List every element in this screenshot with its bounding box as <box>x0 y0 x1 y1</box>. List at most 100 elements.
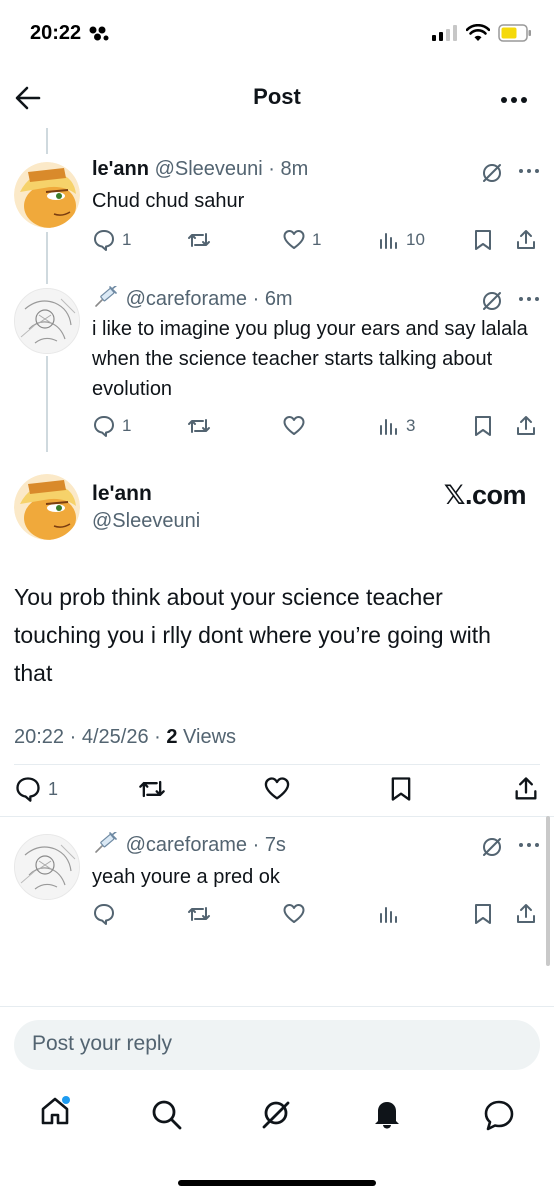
views-number: 2 <box>166 726 178 748</box>
heart-icon <box>283 416 305 435</box>
heart-icon <box>283 230 305 249</box>
repost-action[interactable] <box>186 902 212 926</box>
tweet-time: 6m <box>264 288 293 310</box>
tweet-header: @careforame · 7s <box>92 832 286 857</box>
tweet-text: yeah youre a pred ok <box>92 866 280 888</box>
avatar[interactable] <box>14 288 80 354</box>
home-icon <box>41 1096 70 1125</box>
more-options-button[interactable] <box>500 96 528 104</box>
nav-grok[interactable] <box>259 1096 293 1130</box>
wifi-icon <box>466 24 490 41</box>
post-text: You prob think about your science teache… <box>14 584 491 686</box>
divider <box>0 816 554 817</box>
grok-icon <box>483 164 501 182</box>
tweet-text: Chud chud sahur <box>92 190 245 212</box>
battery-icon <box>498 24 531 42</box>
reply-count: 1 <box>48 778 59 799</box>
share-button[interactable] <box>512 775 540 803</box>
avatar[interactable] <box>14 162 80 228</box>
thread-line <box>46 232 48 284</box>
nav-messages[interactable] <box>482 1098 516 1132</box>
reply-input[interactable]: Post your reply <box>14 1020 540 1070</box>
home-indicator[interactable] <box>178 1180 376 1186</box>
focus-icon <box>87 25 109 43</box>
tweet-text: i like to imagine you plug your ears and… <box>92 318 528 400</box>
views-action[interactable]: 10 <box>378 228 425 252</box>
bookmark-button[interactable] <box>472 414 494 438</box>
share-button[interactable] <box>514 228 538 252</box>
bookmark-button[interactable] <box>388 775 414 803</box>
author-handle[interactable]: @Sleeveuni <box>92 510 200 533</box>
signal-icon <box>432 25 457 41</box>
like-action[interactable]: 1 <box>282 228 321 252</box>
reply-icon <box>94 230 114 251</box>
ellipsis-icon <box>501 97 527 103</box>
avatar[interactable] <box>14 474 80 540</box>
nav-explore[interactable] <box>150 1098 184 1132</box>
bookmark-icon <box>475 904 491 924</box>
author-handle[interactable]: @Sleeveuni <box>155 158 263 180</box>
bookmark-icon <box>391 777 411 801</box>
view-count: 3 <box>406 416 416 435</box>
divider <box>0 1006 554 1007</box>
thread-line <box>46 128 48 154</box>
tweet-header: le'ann @Sleeveuni · 8m <box>92 158 309 180</box>
reply-icon <box>94 416 114 437</box>
bookmark-icon <box>475 230 491 250</box>
author-name[interactable]: le'ann <box>92 158 149 180</box>
author-handle[interactable]: @careforame <box>126 834 247 856</box>
like-action[interactable] <box>282 414 306 438</box>
grok-button[interactable] <box>481 836 503 858</box>
author-handle[interactable]: @careforame <box>126 288 247 310</box>
avatar[interactable] <box>14 834 80 900</box>
bookmark-button[interactable] <box>472 228 494 252</box>
reply-icon <box>16 777 40 802</box>
bookmark-button[interactable] <box>472 902 494 926</box>
reply-action[interactable]: 1 <box>92 414 131 438</box>
like-count: 1 <box>312 230 322 249</box>
nav-notifications[interactable] <box>370 1096 404 1130</box>
like-action[interactable] <box>262 775 292 803</box>
grok-icon <box>483 838 501 856</box>
heart-icon <box>283 904 305 923</box>
grok-button[interactable] <box>481 290 503 312</box>
reply-action[interactable]: 1 <box>92 228 131 252</box>
like-action[interactable] <box>282 902 306 926</box>
reply-action[interactable] <box>92 902 116 926</box>
syringe-icon <box>92 286 120 308</box>
share-icon <box>517 904 535 923</box>
views-action[interactable] <box>378 902 400 926</box>
tweet-more-button[interactable] <box>518 296 540 302</box>
repost-icon <box>188 419 210 433</box>
post-meta: 20:22 · 4/25/26 · 2 Views <box>14 726 237 748</box>
share-button[interactable] <box>514 414 538 438</box>
scrollbar[interactable] <box>546 816 550 966</box>
bookmark-icon <box>475 416 491 436</box>
reply-action[interactable]: 1 <box>14 775 58 803</box>
repost-icon <box>188 233 210 247</box>
pony-avatar-image <box>14 162 80 228</box>
grok-button[interactable] <box>481 162 503 184</box>
repost-icon <box>139 780 165 798</box>
page-title: Post <box>253 84 301 109</box>
tweet-more-button[interactable] <box>518 168 540 174</box>
syringe-icon <box>92 832 120 854</box>
share-button[interactable] <box>514 902 538 926</box>
repost-action[interactable] <box>186 228 212 252</box>
views-action[interactable]: 3 <box>378 414 415 438</box>
tweet-more-button[interactable] <box>518 842 540 848</box>
reply-count: 1 <box>122 230 132 249</box>
repost-action[interactable] <box>186 414 212 438</box>
search-icon <box>152 1100 182 1130</box>
repost-action[interactable] <box>136 775 168 803</box>
status-icons <box>432 24 532 42</box>
ellipsis-icon <box>519 297 539 301</box>
nav-home[interactable] <box>38 1094 72 1128</box>
author-name[interactable]: le'ann <box>92 482 152 506</box>
tweet-header: @careforame · 6m <box>92 286 293 311</box>
share-icon <box>517 230 535 249</box>
tweet-time: 7s <box>264 834 286 856</box>
reply-icon <box>94 904 114 925</box>
view-count: 10 <box>406 230 425 249</box>
x-watermark: 𝕏.com <box>443 480 527 510</box>
